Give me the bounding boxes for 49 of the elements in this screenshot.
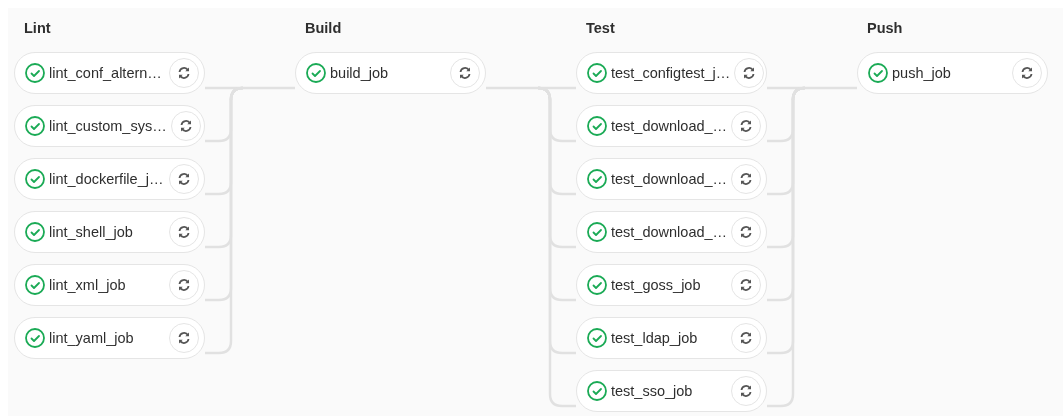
retry-icon xyxy=(739,384,753,398)
retry-button[interactable] xyxy=(734,58,765,88)
retry-button[interactable] xyxy=(169,164,199,194)
success-check-icon xyxy=(587,381,607,401)
stage-title: Push xyxy=(866,20,904,38)
retry-icon xyxy=(739,225,754,239)
retry-button[interactable] xyxy=(731,164,762,194)
success-check-icon xyxy=(25,63,45,83)
retry-icon xyxy=(177,66,191,80)
retry-button[interactable] xyxy=(731,111,762,141)
retry-icon xyxy=(177,278,191,292)
success-check-icon xyxy=(587,328,607,348)
success-check-icon xyxy=(587,169,607,189)
retry-icon xyxy=(742,66,757,80)
success-check-icon xyxy=(587,275,607,295)
retry-button[interactable] xyxy=(450,58,480,88)
retry-icon xyxy=(739,331,753,345)
retry-button[interactable] xyxy=(731,323,761,353)
success-check-icon xyxy=(587,116,607,136)
stage-title: Lint xyxy=(23,20,52,38)
retry-button[interactable] xyxy=(169,323,199,353)
success-check-icon xyxy=(25,328,45,348)
retry-icon xyxy=(1020,66,1034,80)
retry-icon xyxy=(739,172,754,186)
success-check-icon xyxy=(587,63,607,83)
retry-icon xyxy=(739,119,754,133)
success-check-icon xyxy=(25,169,45,189)
retry-button[interactable] xyxy=(170,111,201,141)
retry-button[interactable] xyxy=(731,270,761,300)
retry-button[interactable] xyxy=(169,58,199,88)
retry-button[interactable] xyxy=(731,217,762,247)
retry-button[interactable] xyxy=(169,217,199,247)
retry-icon xyxy=(177,172,191,186)
success-check-icon xyxy=(306,63,326,83)
stage-title: Test xyxy=(585,20,616,38)
retry-icon xyxy=(739,278,753,292)
success-check-icon xyxy=(587,222,607,242)
success-check-icon xyxy=(868,63,888,83)
success-check-icon xyxy=(25,222,45,242)
retry-button[interactable] xyxy=(1012,58,1042,88)
retry-button[interactable] xyxy=(169,270,199,300)
retry-icon xyxy=(177,225,191,239)
retry-icon xyxy=(177,331,191,345)
success-check-icon xyxy=(25,116,45,136)
retry-icon xyxy=(178,119,193,133)
retry-icon xyxy=(458,66,472,80)
stage-title: Build xyxy=(304,20,343,38)
retry-button[interactable] xyxy=(731,376,761,406)
success-check-icon xyxy=(25,275,45,295)
